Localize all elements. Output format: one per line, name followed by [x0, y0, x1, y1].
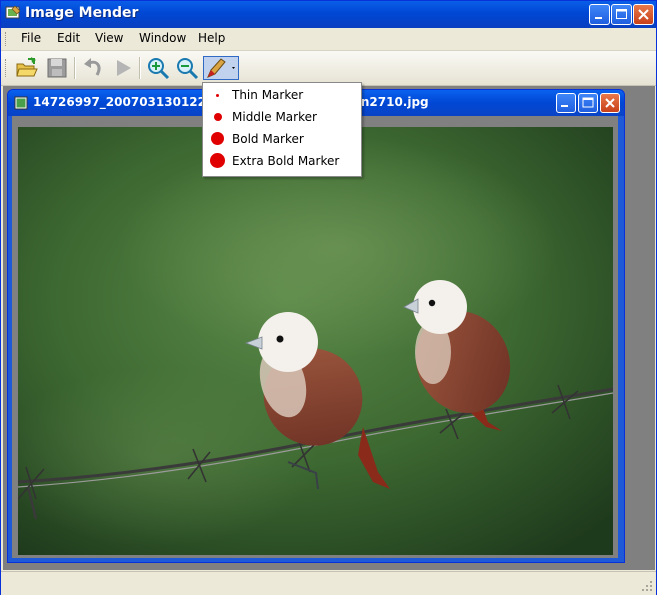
toolbar — [1, 51, 656, 86]
document-close-button[interactable] — [600, 93, 620, 113]
menu-view[interactable]: View — [95, 31, 123, 45]
zoom-in-button[interactable] — [146, 56, 170, 80]
marker-dropdown-button[interactable] — [203, 56, 239, 80]
resize-grip-icon[interactable] — [640, 579, 654, 593]
minimize-button[interactable] — [589, 4, 610, 25]
thin-marker-dot-icon — [216, 94, 219, 97]
toolbar-grip[interactable] — [5, 59, 9, 77]
save-icon — [47, 58, 67, 78]
middle-marker-label: Middle Marker — [232, 110, 317, 124]
toolbar-separator — [74, 57, 76, 79]
close-button[interactable] — [633, 4, 654, 25]
close-icon — [638, 9, 649, 20]
bold-marker-label: Bold Marker — [232, 132, 304, 146]
document-minimize-button[interactable] — [556, 93, 576, 113]
minimize-icon — [595, 17, 602, 19]
bold-marker-dot-icon — [211, 132, 224, 145]
menu-item-extra-bold-marker[interactable]: Extra Bold Marker — [204, 150, 360, 172]
zoom-in-icon — [148, 58, 170, 80]
redo-button[interactable] — [111, 56, 135, 80]
menu-bar: File Edit View Window Help — [1, 28, 656, 51]
marker-pen-icon — [207, 58, 235, 78]
middle-marker-dot-icon — [214, 113, 222, 121]
minimize-icon — [561, 105, 568, 107]
redo-icon — [117, 60, 131, 76]
chevron-down-icon — [232, 67, 235, 69]
thin-marker-label: Thin Marker — [232, 88, 304, 102]
maximize-icon — [616, 9, 627, 19]
menu-window[interactable]: Window — [139, 31, 186, 45]
toolbar-separator — [139, 57, 141, 79]
close-icon — [605, 98, 615, 108]
window-title: Image Mender — [25, 5, 139, 21]
save-button[interactable] — [45, 56, 69, 80]
menu-item-thin-marker[interactable]: Thin Marker — [204, 84, 360, 106]
document-maximize-button[interactable] — [578, 93, 598, 113]
menu-file[interactable]: File — [21, 31, 41, 45]
open-button[interactable] — [15, 56, 39, 80]
undo-icon — [84, 58, 101, 76]
menu-item-bold-marker[interactable]: Bold Marker — [204, 128, 360, 150]
bird-photo[interactable] — [18, 127, 613, 555]
extra-bold-marker-dot-icon — [210, 153, 225, 168]
image-file-icon — [14, 96, 28, 110]
menu-edit[interactable]: Edit — [57, 31, 80, 45]
image-canvas-area — [12, 116, 618, 558]
menu-grip[interactable] — [5, 32, 9, 46]
app-image-icon — [5, 5, 21, 19]
title-bar[interactable]: Image Mender — [1, 1, 656, 29]
marker-size-menu: Thin Marker Middle Marker Bold Marker Ex… — [202, 82, 362, 177]
menu-item-middle-marker[interactable]: Middle Marker — [204, 106, 360, 128]
maximize-icon — [582, 97, 594, 108]
menu-help[interactable]: Help — [198, 31, 225, 45]
zoom-out-button[interactable] — [175, 56, 199, 80]
extra-bold-marker-label: Extra Bold Marker — [232, 154, 340, 168]
open-folder-icon — [16, 57, 38, 77]
status-bar — [1, 571, 656, 595]
maximize-button[interactable] — [611, 4, 632, 25]
zoom-out-icon — [177, 58, 199, 80]
undo-button[interactable] — [81, 56, 105, 80]
